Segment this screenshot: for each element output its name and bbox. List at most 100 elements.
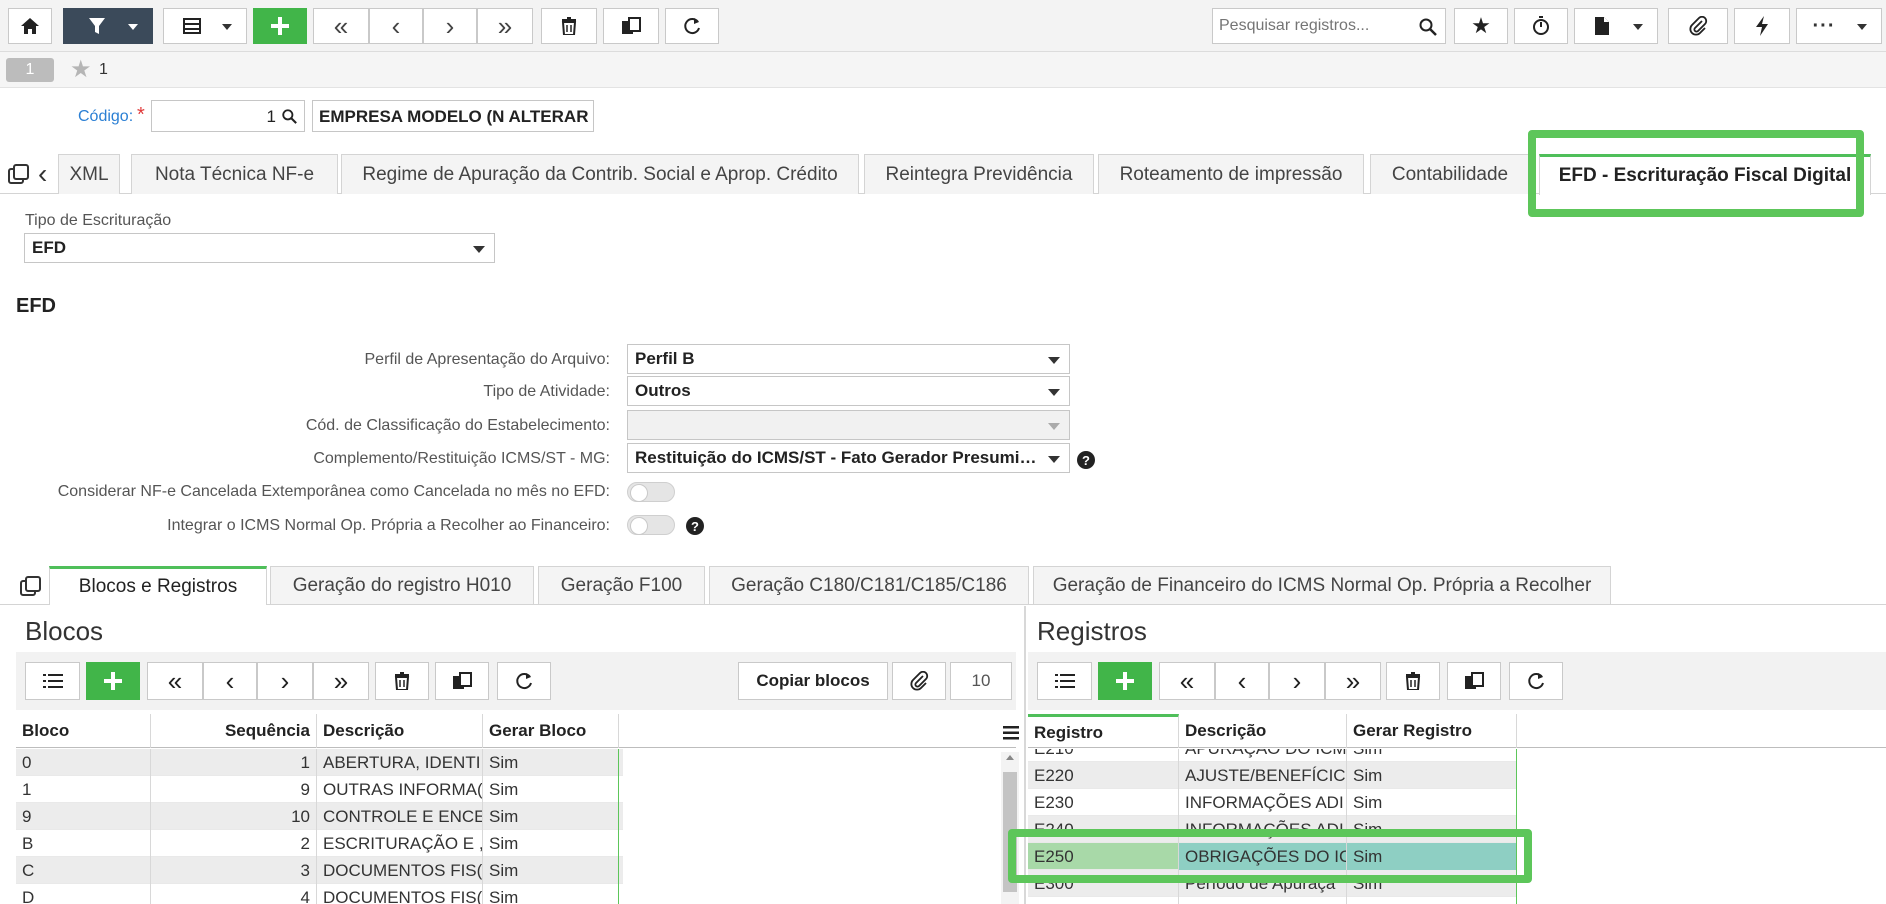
required-mark: * xyxy=(137,104,145,126)
tab-roteamento[interactable]: Roteamento de impressão xyxy=(1098,154,1364,194)
blocos-page-size-field[interactable]: 10 xyxy=(950,662,1012,700)
search-box[interactable] xyxy=(1212,8,1446,44)
last-record-button[interactable]: » xyxy=(477,8,533,44)
tab-contabilidade[interactable]: Contabilidade xyxy=(1370,154,1530,194)
integrar-icms-toggle[interactable] xyxy=(627,515,675,535)
subtab-h010[interactable]: Geração do registro H010 xyxy=(270,566,534,604)
chevron-down-icon xyxy=(1048,389,1060,396)
tabs-scroll-left-icon[interactable]: ‹ xyxy=(38,158,47,190)
search-input[interactable] xyxy=(1213,9,1413,43)
subtab-financeiro[interactable]: Geração de Financeiro do ICMS Normal Op.… xyxy=(1033,566,1611,604)
tab-regime-apuracao[interactable]: Regime de Apuração da Contrib. Social e … xyxy=(341,154,859,194)
table-row[interactable]: E210APURAÇÃO DO ICMSim xyxy=(1028,749,1517,762)
subtab-c180[interactable]: Geração C180/C181/C185/C186 xyxy=(709,566,1029,604)
tipo-atividade-select[interactable]: Outros xyxy=(627,376,1070,406)
registros-last-button[interactable]: » xyxy=(1325,662,1381,700)
blocos-delete-button[interactable] xyxy=(375,662,429,700)
registros-delete-button[interactable] xyxy=(1386,662,1440,700)
tab-nota-tecnica[interactable]: Nota Técnica NF-e xyxy=(131,154,338,194)
col-gerar-bloco[interactable]: Gerar Bloco xyxy=(483,714,619,748)
subtab-blocos-registros[interactable]: Blocos e Registros xyxy=(49,566,267,605)
search-icon[interactable] xyxy=(282,109,297,124)
tab-xml[interactable]: XML xyxy=(58,154,120,194)
table-row[interactable]: 9 10 CONTROLE E ENCE Sim xyxy=(16,803,623,830)
table-cell: ESCRITURAÇÃO E , xyxy=(317,830,483,857)
complemento-select[interactable]: Restituição do ICMS/ST - Fato Gerador Pr… xyxy=(627,443,1070,473)
search-icon[interactable] xyxy=(1419,18,1437,36)
considerar-nfe-toggle[interactable] xyxy=(627,482,675,502)
registros-refresh-button[interactable] xyxy=(1509,662,1563,700)
table-row[interactable]: 0 1 ABERTURA, IDENTI Sim xyxy=(16,749,623,776)
col-descricao[interactable]: Descrição xyxy=(317,714,483,748)
report-button[interactable] xyxy=(1574,8,1658,44)
codigo-value: 1 xyxy=(266,107,276,126)
col-gerar-registro[interactable]: Gerar Registro xyxy=(1347,714,1517,748)
complemento-value: Restituição do ICMS/ST - Fato Gerador Pr… xyxy=(635,448,1037,467)
copiar-blocos-button[interactable]: Copiar blocos xyxy=(738,662,888,700)
col-bloco[interactable]: Bloco xyxy=(16,714,151,748)
perfil-select[interactable]: Perfil B xyxy=(627,344,1070,374)
star-icon[interactable]: ★ xyxy=(70,55,92,84)
scroll-up-icon[interactable] xyxy=(1006,755,1014,760)
timer-button[interactable] xyxy=(1514,8,1568,44)
actions-button[interactable] xyxy=(1734,8,1790,44)
registros-copy-button[interactable] xyxy=(1447,662,1501,700)
add-button[interactable] xyxy=(253,8,307,44)
col-sequencia[interactable]: Sequência xyxy=(151,714,317,748)
copy-icon xyxy=(622,17,641,34)
blocos-first-button[interactable]: « xyxy=(147,662,203,700)
filter-button[interactable] xyxy=(63,8,153,44)
favorite-button[interactable]: ★ xyxy=(1454,8,1508,44)
home-button[interactable] xyxy=(8,8,52,44)
tab-reintegra[interactable]: Reintegra Previdência xyxy=(864,154,1094,194)
registros-list-button[interactable] xyxy=(1037,662,1092,700)
table-row[interactable]: C 3 DOCUMENTOS FIS(Sim xyxy=(16,857,623,884)
tipo-escrituracao-select[interactable]: EFD xyxy=(24,233,495,263)
table-row[interactable]: B 2 ESCRITURAÇÃO E , Sim xyxy=(16,830,623,857)
blocos-attachment-button[interactable] xyxy=(892,662,946,700)
table-row[interactable]: D 4 DOCUMENTOS FIS(Sim xyxy=(16,884,623,904)
registros-first-button[interactable]: « xyxy=(1159,662,1215,700)
record-nav-bar xyxy=(0,52,1886,88)
registros-next-button[interactable]: › xyxy=(1269,662,1325,700)
delete-button[interactable] xyxy=(541,8,597,44)
copy-window-icon[interactable] xyxy=(20,576,42,598)
table-row[interactable]: 1 9 OUTRAS INFORMA(Sim xyxy=(16,776,623,803)
table-cell: 9 xyxy=(151,776,317,803)
empresa-name-field[interactable]: EMPRESA MODELO (N ALTERAR xyxy=(312,100,594,132)
blocos-next-button[interactable]: › xyxy=(257,662,313,700)
registros-add-button[interactable] xyxy=(1098,662,1152,700)
blocos-copy-button[interactable] xyxy=(435,662,489,700)
prev-record-button[interactable]: ‹ xyxy=(369,8,423,44)
copy-button[interactable] xyxy=(603,8,659,44)
help-icon[interactable]: ? xyxy=(686,517,704,535)
table-row[interactable]: E230 INFORMAÇÕES ADI Sim xyxy=(1028,789,1517,816)
refresh-button[interactable] xyxy=(665,8,719,44)
copy-window-icon[interactable] xyxy=(8,164,30,186)
menu-icon[interactable] xyxy=(1003,726,1019,740)
col-descricao-registro[interactable]: Descrição xyxy=(1179,714,1347,748)
next-record-button[interactable]: › xyxy=(423,8,477,44)
more-button[interactable]: ··· xyxy=(1796,8,1882,44)
table-row[interactable]: E310Apuração do ICMS DSim xyxy=(1028,897,1517,904)
blocos-refresh-button[interactable] xyxy=(497,662,551,700)
blocos-add-button[interactable] xyxy=(86,662,140,700)
subtab-f100[interactable]: Geração F100 xyxy=(538,566,705,604)
page-indicator[interactable]: 1 xyxy=(6,58,54,82)
first-record-button[interactable]: « xyxy=(313,8,369,44)
double-chevron-left-icon: « xyxy=(167,665,183,696)
table-row[interactable]: E220 AJUSTE/BENEFÍCIC Sim xyxy=(1028,762,1517,789)
view-mode-button[interactable] xyxy=(163,8,247,44)
double-chevron-left-icon: « xyxy=(1179,665,1195,696)
blocos-last-button[interactable]: » xyxy=(313,662,369,700)
table-cell: E220 xyxy=(1028,762,1179,789)
attachment-button[interactable] xyxy=(1668,8,1728,44)
table-cell: AJUSTE/BENEFÍCIC xyxy=(1179,762,1347,789)
help-icon[interactable]: ? xyxy=(1077,451,1095,469)
subtabs-divider xyxy=(0,604,1886,605)
registros-prev-button[interactable]: ‹ xyxy=(1215,662,1269,700)
blocos-list-button[interactable] xyxy=(25,662,80,700)
blocos-prev-button[interactable]: ‹ xyxy=(203,662,257,700)
col-registro[interactable]: Registro xyxy=(1028,714,1179,748)
codigo-field[interactable]: 1 xyxy=(151,100,305,132)
